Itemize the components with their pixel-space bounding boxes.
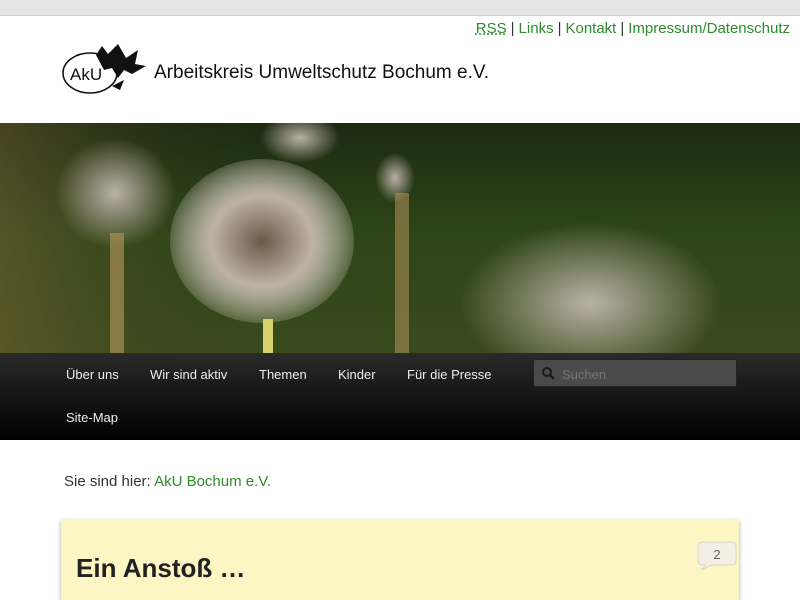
links-link[interactable]: Links [519,20,554,37]
breadcrumb-home-link[interactable]: AkU Bochum e.V. [154,473,271,490]
logo-mark: AkU [70,65,102,84]
search-icon [542,367,555,380]
separator: | [557,20,562,37]
separator: | [510,20,515,37]
browser-top-bar [0,0,800,16]
separator: | [620,20,625,37]
post-title[interactable]: Ein Anstoß … [76,553,245,584]
comments-bubble[interactable]: 2 [697,541,737,571]
top-links: RSS | Links | Kontakt | Impressum/Datenschutz [476,20,790,37]
nav-wir-sind-aktiv[interactable]: Wir sind aktiv [150,367,227,382]
search-box [533,359,737,387]
header-image [0,123,800,353]
site-name: Arbeitskreis Umweltschutz Bochum e.V. [154,62,490,83]
breadcrumb: Sie sind hier: AkU Bochum e.V. [64,473,271,490]
bat-logo-icon: AkU [62,44,146,94]
nav-kinder[interactable]: Kinder [338,367,376,382]
breadcrumb-prefix: Sie sind hier: [64,473,151,490]
impressum-link[interactable]: Impressum/Datenschutz [628,20,790,37]
nav-themen[interactable]: Themen [259,367,307,382]
comment-count: 2 [713,547,721,562]
site-logo[interactable]: AkU Arbeitskreis Umweltschutz Bochum e.V… [60,40,489,96]
featured-post: Ein Anstoß … 2 [61,519,739,600]
rss-link[interactable]: RSS [476,20,507,37]
nav-fuer-die-presse[interactable]: Für die Presse [407,367,492,382]
nav-ueber-uns[interactable]: Über uns [66,367,119,382]
nav-site-map[interactable]: Site-Map [66,410,118,425]
search-input[interactable] [560,363,734,385]
kontakt-link[interactable]: Kontakt [565,20,616,37]
